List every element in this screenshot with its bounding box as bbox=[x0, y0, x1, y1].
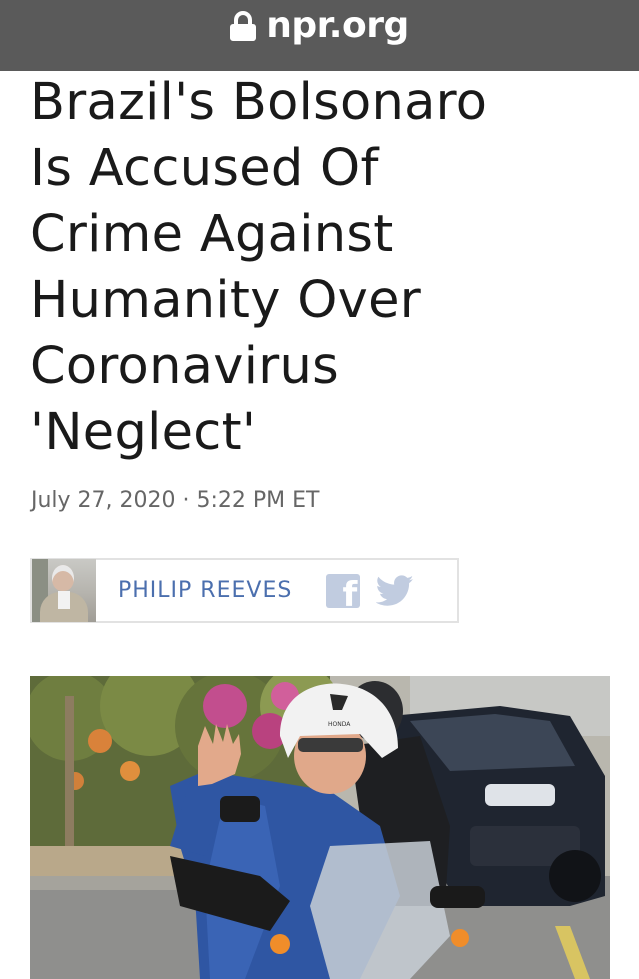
headline-line: Crime Against bbox=[30, 205, 394, 264]
author-link[interactable]: PHILIP REEVES bbox=[118, 578, 292, 603]
svg-text:HONDA: HONDA bbox=[328, 721, 351, 728]
headline-line: Coronavirus bbox=[30, 337, 339, 396]
headline-line: 'Neglect' bbox=[30, 403, 257, 462]
browser-url-bar[interactable]: npr.org bbox=[0, 0, 639, 71]
byline-card: PHILIP REEVES f bbox=[30, 558, 459, 623]
facebook-icon[interactable]: f bbox=[326, 573, 361, 612]
headline-line: Is Accused Of bbox=[30, 139, 379, 198]
twitter-icon[interactable] bbox=[375, 574, 414, 608]
article-photo: HONDA bbox=[30, 676, 610, 979]
lock-icon bbox=[230, 10, 257, 41]
article-headline: Brazil's Bolsonaro Is Accused Of Crime A… bbox=[30, 70, 620, 466]
url-display[interactable]: npr.org bbox=[230, 5, 409, 46]
author-avatar[interactable] bbox=[32, 559, 96, 622]
headline-line: Brazil's Bolsonaro bbox=[30, 73, 488, 132]
article-dateline: July 27, 2020 · 5:22 PM ET bbox=[31, 488, 320, 513]
url-text: npr.org bbox=[266, 5, 409, 46]
headline-line: Humanity Over bbox=[30, 271, 422, 330]
